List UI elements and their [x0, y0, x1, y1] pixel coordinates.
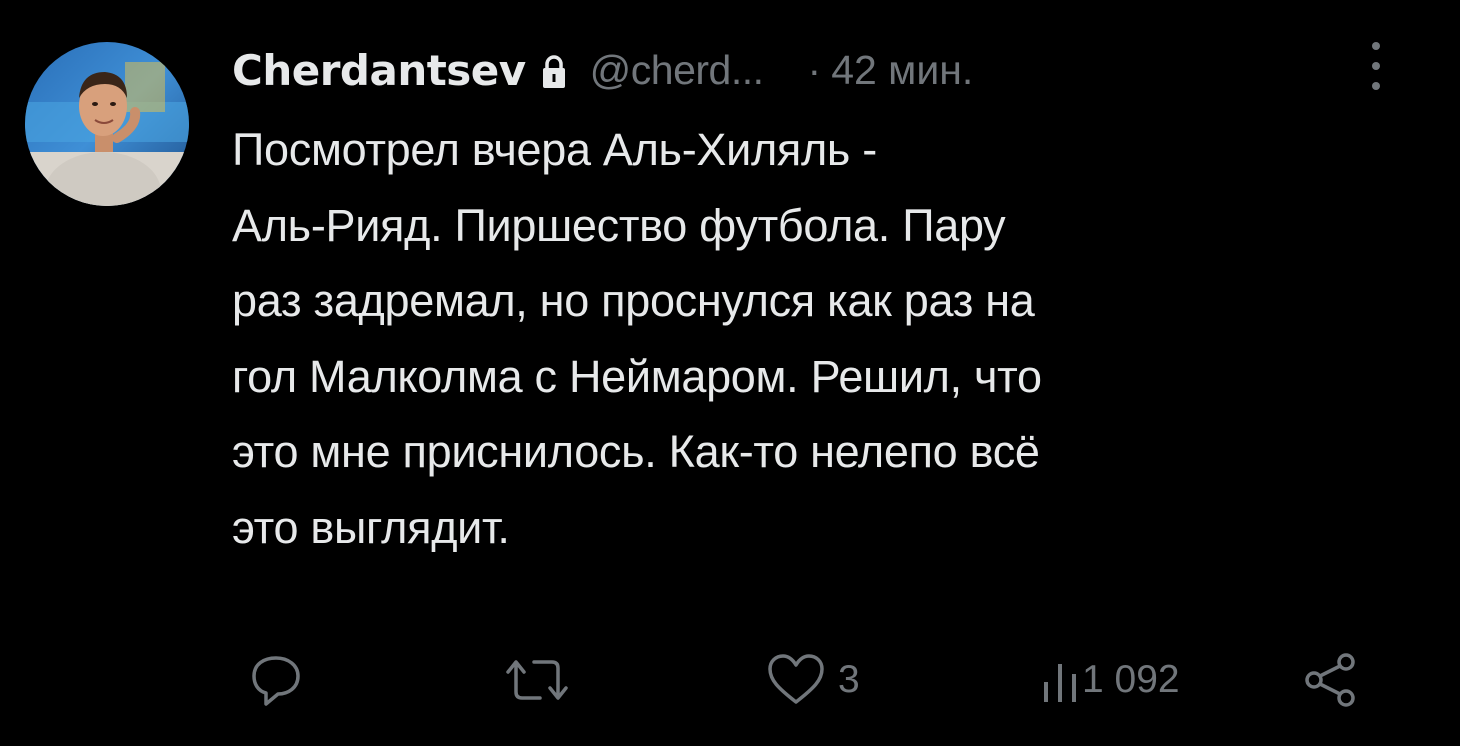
tweet[interactable]: Cherdantsev @cherd... · 42 мин. Посмотре… — [0, 0, 1460, 746]
user-handle[interactable]: @cherd... — [590, 47, 764, 94]
views-button[interactable]: 1 092 — [1038, 640, 1180, 720]
tweet-text-line: раз задремал, но проснулся как раз на — [232, 275, 1035, 326]
timestamp[interactable]: 42 мин. — [831, 47, 973, 94]
reply-icon — [252, 656, 300, 706]
tweet-text-line: это выглядит. — [232, 501, 510, 553]
views-count: 1 092 — [1082, 658, 1180, 701]
tweet-text-line: Аль-Рияд. Пиршество футбола. Пару — [232, 199, 1006, 251]
heart-icon — [768, 654, 824, 704]
tweet-text-line: Посмотрел вчера Аль-Хиляль - — [232, 124, 877, 175]
separator-dot: · — [807, 46, 822, 93]
display-name[interactable]: Cherdantsev — [232, 46, 526, 95]
tweet-text: Посмотрел вчера Аль-Хиляль - Аль-Рияд. П… — [232, 112, 1412, 565]
like-button[interactable]: 3 — [764, 640, 860, 720]
more-vertical-icon[interactable] — [1366, 38, 1386, 94]
repost-button[interactable] — [500, 640, 574, 720]
action-bar: 3 1 092 — [0, 640, 1460, 720]
share-button[interactable] — [1298, 640, 1362, 720]
tweet-header: Cherdantsev @cherd... · 42 мин. — [232, 40, 973, 100]
like-count: 3 — [838, 658, 860, 701]
avatar[interactable] — [25, 42, 189, 206]
repost-icon — [506, 660, 568, 700]
tweet-text-line: гол Малколма с Неймаром. Решил, что — [232, 350, 1042, 402]
reply-button[interactable] — [244, 640, 308, 720]
share-icon — [1305, 653, 1355, 707]
tweet-text-line: это мне приснилось. Как-то нелепо всё — [232, 426, 1040, 477]
lock-icon — [542, 55, 566, 89]
